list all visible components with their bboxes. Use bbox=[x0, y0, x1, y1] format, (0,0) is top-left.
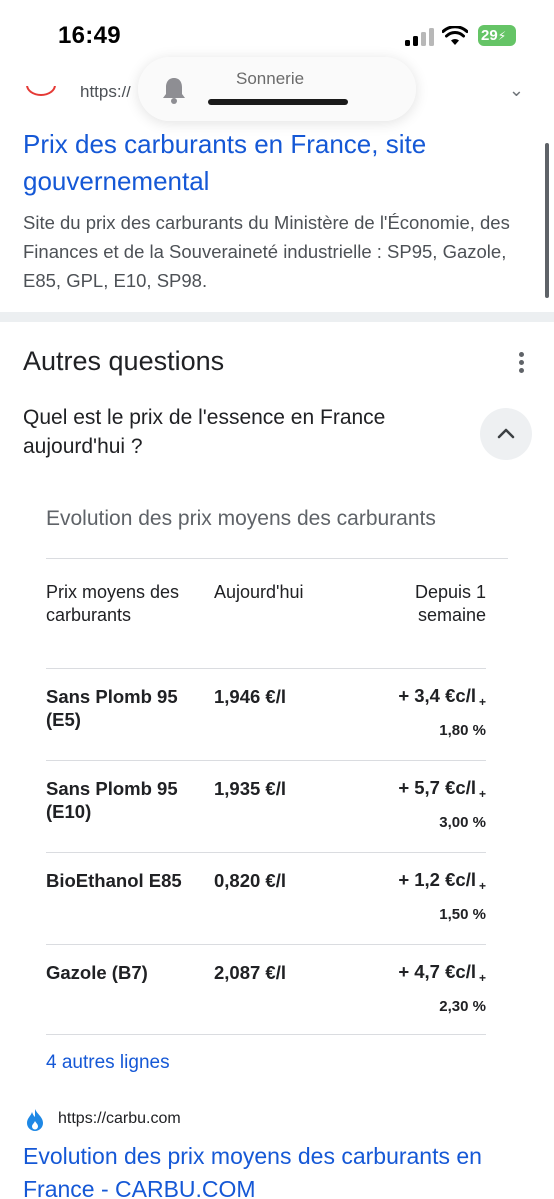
more-options-icon[interactable]: ⌄ bbox=[509, 86, 524, 101]
result-2-title-link[interactable]: Evolution des prix moyens des carburants… bbox=[23, 1140, 523, 1199]
battery-icon: 29⚡ bbox=[478, 25, 516, 46]
column-header-week: Depuis 1 semaine bbox=[414, 582, 486, 625]
table-row-price: 0,820 €/l bbox=[214, 870, 287, 891]
question-toggle[interactable]: Quel est le prix de l'essence en France … bbox=[23, 403, 463, 461]
table-row-fuel-name: Sans Plomb 95 (E5) bbox=[46, 686, 178, 730]
row-divider bbox=[46, 1034, 486, 1035]
more-vert-icon[interactable] bbox=[510, 350, 532, 376]
row-divider bbox=[46, 852, 486, 853]
ringer-label: Sonnerie bbox=[236, 69, 305, 88]
table-row-price: 2,087 €/l bbox=[214, 962, 287, 983]
table-row-change: + 5,7 €c/l + bbox=[398, 777, 486, 801]
table-row-fuel-name: Sans Plomb 95 (E10) bbox=[46, 778, 178, 822]
more-lines-link[interactable]: 4 autres lignes bbox=[46, 1052, 170, 1074]
site-favicon-icon bbox=[26, 86, 56, 96]
row-divider bbox=[46, 668, 486, 669]
table-row-percent: 2,30 % bbox=[439, 998, 486, 1015]
bell-icon bbox=[163, 78, 185, 104]
table-row-price: 1,935 €/l bbox=[214, 778, 287, 799]
table-divider bbox=[46, 558, 508, 559]
result-1-snippet: Site du prix des carburants du Ministère… bbox=[23, 212, 510, 291]
table-row-change: + 4,7 €c/l + bbox=[398, 961, 486, 985]
result-1-title-link[interactable]: Prix des carburants en France, site gouv… bbox=[23, 126, 523, 200]
table-row-change: + 3,4 €c/l + bbox=[398, 685, 486, 709]
table-row-fuel-name: Gazole (B7) bbox=[46, 962, 148, 983]
table-row-percent: 1,80 % bbox=[439, 722, 486, 739]
ringer-volume-bar bbox=[208, 99, 348, 105]
section-title: Autres questions bbox=[23, 346, 225, 376]
table-row-percent: 3,00 % bbox=[439, 814, 486, 831]
table-row-change: + 1,2 €c/l + bbox=[398, 869, 486, 893]
chevron-up-icon bbox=[497, 428, 515, 439]
table-row-price: 1,946 €/l bbox=[214, 686, 287, 707]
collapse-button[interactable] bbox=[480, 408, 532, 460]
result-1-url: https:// bbox=[80, 86, 132, 101]
clock: 16:49 bbox=[58, 22, 121, 49]
scrollbar[interactable] bbox=[545, 143, 549, 298]
table-title: Evolution des prix moyens des carburants bbox=[46, 507, 436, 530]
result-2-url: https://carbu.com bbox=[58, 1110, 181, 1127]
column-header-fuel: Prix moyens des carburants bbox=[46, 582, 180, 625]
column-header-today: Aujourd'hui bbox=[214, 582, 304, 602]
battery-level: 29 bbox=[481, 27, 498, 44]
section-divider bbox=[0, 312, 554, 322]
row-divider bbox=[46, 760, 486, 761]
wifi-icon bbox=[442, 26, 468, 45]
flame-icon bbox=[27, 1109, 43, 1131]
table-row-percent: 1,50 % bbox=[439, 906, 486, 923]
table-row-fuel-name: BioEthanol E85 bbox=[46, 870, 182, 891]
cellular-signal-icon bbox=[405, 28, 435, 46]
row-divider bbox=[46, 944, 486, 945]
ringer-notification: Sonnerie bbox=[138, 57, 416, 121]
